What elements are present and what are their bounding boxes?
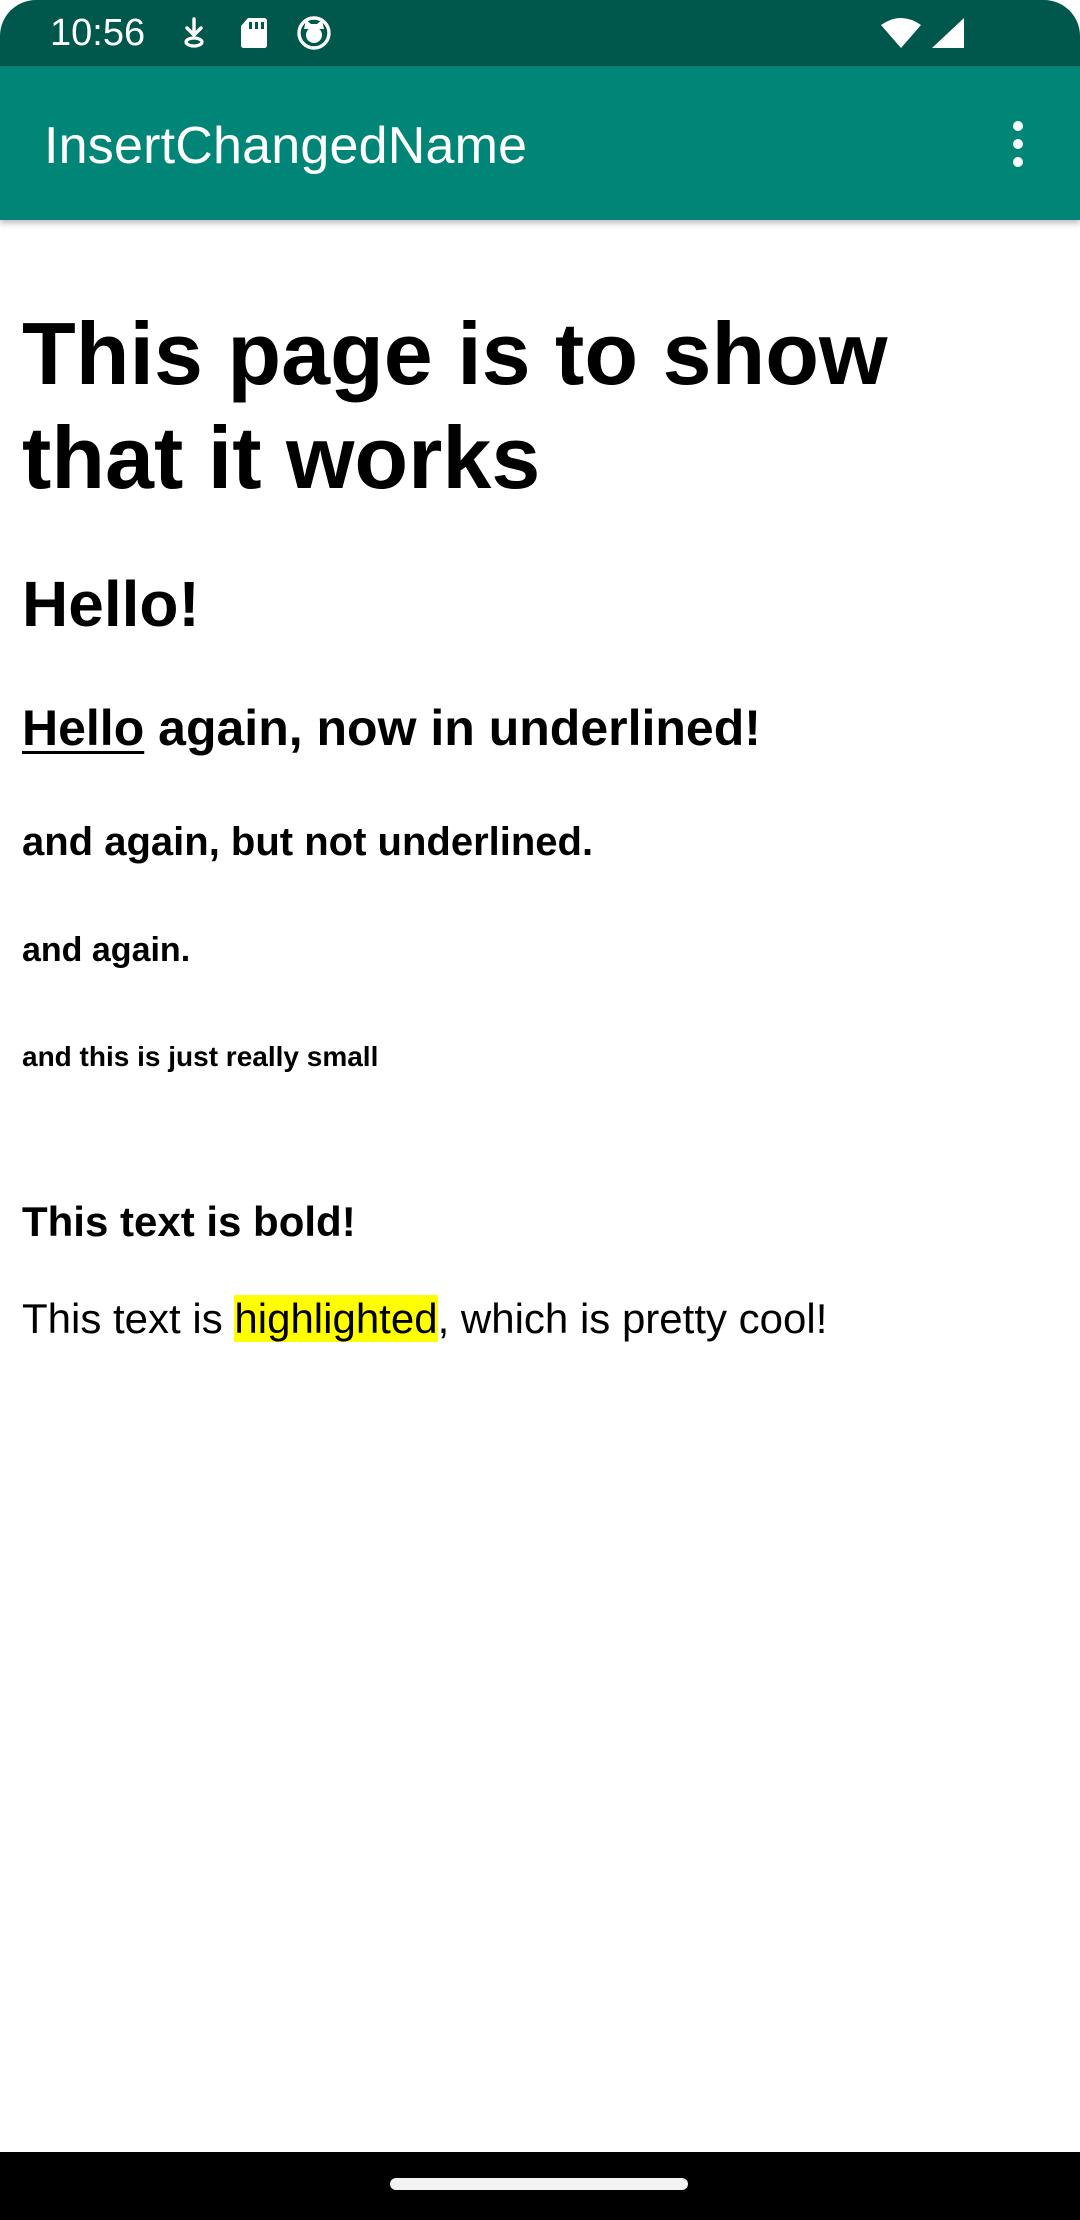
home-gesture-handle[interactable]	[390, 2178, 688, 2190]
navigation-bar	[0, 2152, 1080, 2220]
overflow-menu-button[interactable]	[990, 114, 1046, 178]
heading-6: and this is just really small	[22, 1041, 379, 1072]
app-bar: InsertChangedName	[0, 66, 1080, 220]
cellular-signal-icon	[928, 14, 968, 52]
heading-1: This page is to show that it works	[22, 304, 888, 507]
paragraph-start: This text is	[22, 1295, 235, 1342]
heading-4: and again, but not underlined.	[22, 820, 594, 864]
highlighted-word: highlighted	[234, 1295, 438, 1342]
cat-face-icon	[296, 14, 332, 52]
status-bar: 10:56	[0, 0, 1080, 66]
download-arrow-icon	[176, 14, 212, 52]
heading-5: and again.	[22, 931, 191, 969]
heading-3: Hello again, now in underlined!	[22, 698, 761, 758]
underlined-word: Hello	[22, 700, 145, 756]
wifi-icon	[880, 14, 922, 52]
highlight-paragraph: This text is highlighted, which is prett…	[22, 1292, 827, 1346]
heading-3-rest: again, now in underlined!	[144, 700, 761, 756]
sd-card-icon	[236, 14, 272, 52]
status-time: 10:56	[50, 12, 146, 54]
app-title: InsertChangedName	[44, 117, 528, 175]
heading-2: Hello!	[22, 568, 200, 640]
more-vert-icon	[1010, 120, 1026, 173]
paragraph-end: , which is pretty cool!	[437, 1295, 828, 1342]
bold-text: This text is bold!	[22, 1198, 356, 1245]
